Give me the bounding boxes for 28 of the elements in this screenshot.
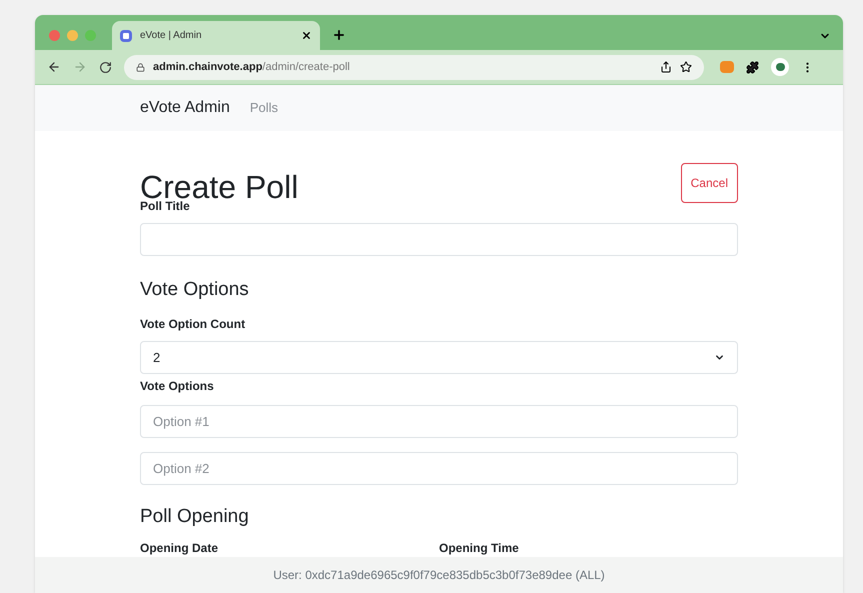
- extensions-icon[interactable]: [746, 60, 759, 74]
- field-label: Vote Option Count: [140, 316, 246, 334]
- profile-avatar[interactable]: [771, 58, 789, 76]
- favicon-icon: [120, 30, 132, 42]
- bookmark-star-icon[interactable]: [680, 61, 692, 73]
- url-text: admin.chainvote.app/admin/create-poll: [153, 60, 351, 75]
- tab-title: eVote | Admin: [140, 29, 203, 43]
- field-label: Poll Title: [140, 198, 191, 215]
- new-tab-icon[interactable]: [332, 28, 346, 42]
- option-count-select[interactable]: 2: [140, 341, 738, 374]
- close-tab-icon[interactable]: [301, 30, 312, 41]
- section-heading: Vote Options: [140, 278, 250, 302]
- field-label: Opening Time: [439, 540, 520, 557]
- cancel-button[interactable]: Cancel: [680, 163, 738, 203]
- option-input[interactable]: Option #2: [140, 452, 738, 484]
- poll-title-input[interactable]: [140, 223, 738, 256]
- reload-icon[interactable]: [99, 60, 112, 74]
- browser-tab[interactable]: eVote | Admin: [112, 21, 320, 50]
- user-address: User: 0xdc71a9de6965c9f0f79ce835db5c3b0f73e89dee (ALL): [273, 567, 605, 584]
- section-heading: Poll Opening: [140, 504, 250, 528]
- lock-icon: [136, 62, 145, 72]
- field-label: Opening Date: [140, 540, 220, 557]
- brand-link[interactable]: eVote Admin: [140, 96, 230, 120]
- address-bar[interactable]: admin.chainvote.app/admin/create-poll: [124, 54, 704, 80]
- share-icon[interactable]: [660, 61, 672, 73]
- back-icon[interactable]: [47, 60, 61, 74]
- option-input[interactable]: Option #1: [140, 405, 738, 438]
- field-label: Vote Options: [140, 378, 215, 395]
